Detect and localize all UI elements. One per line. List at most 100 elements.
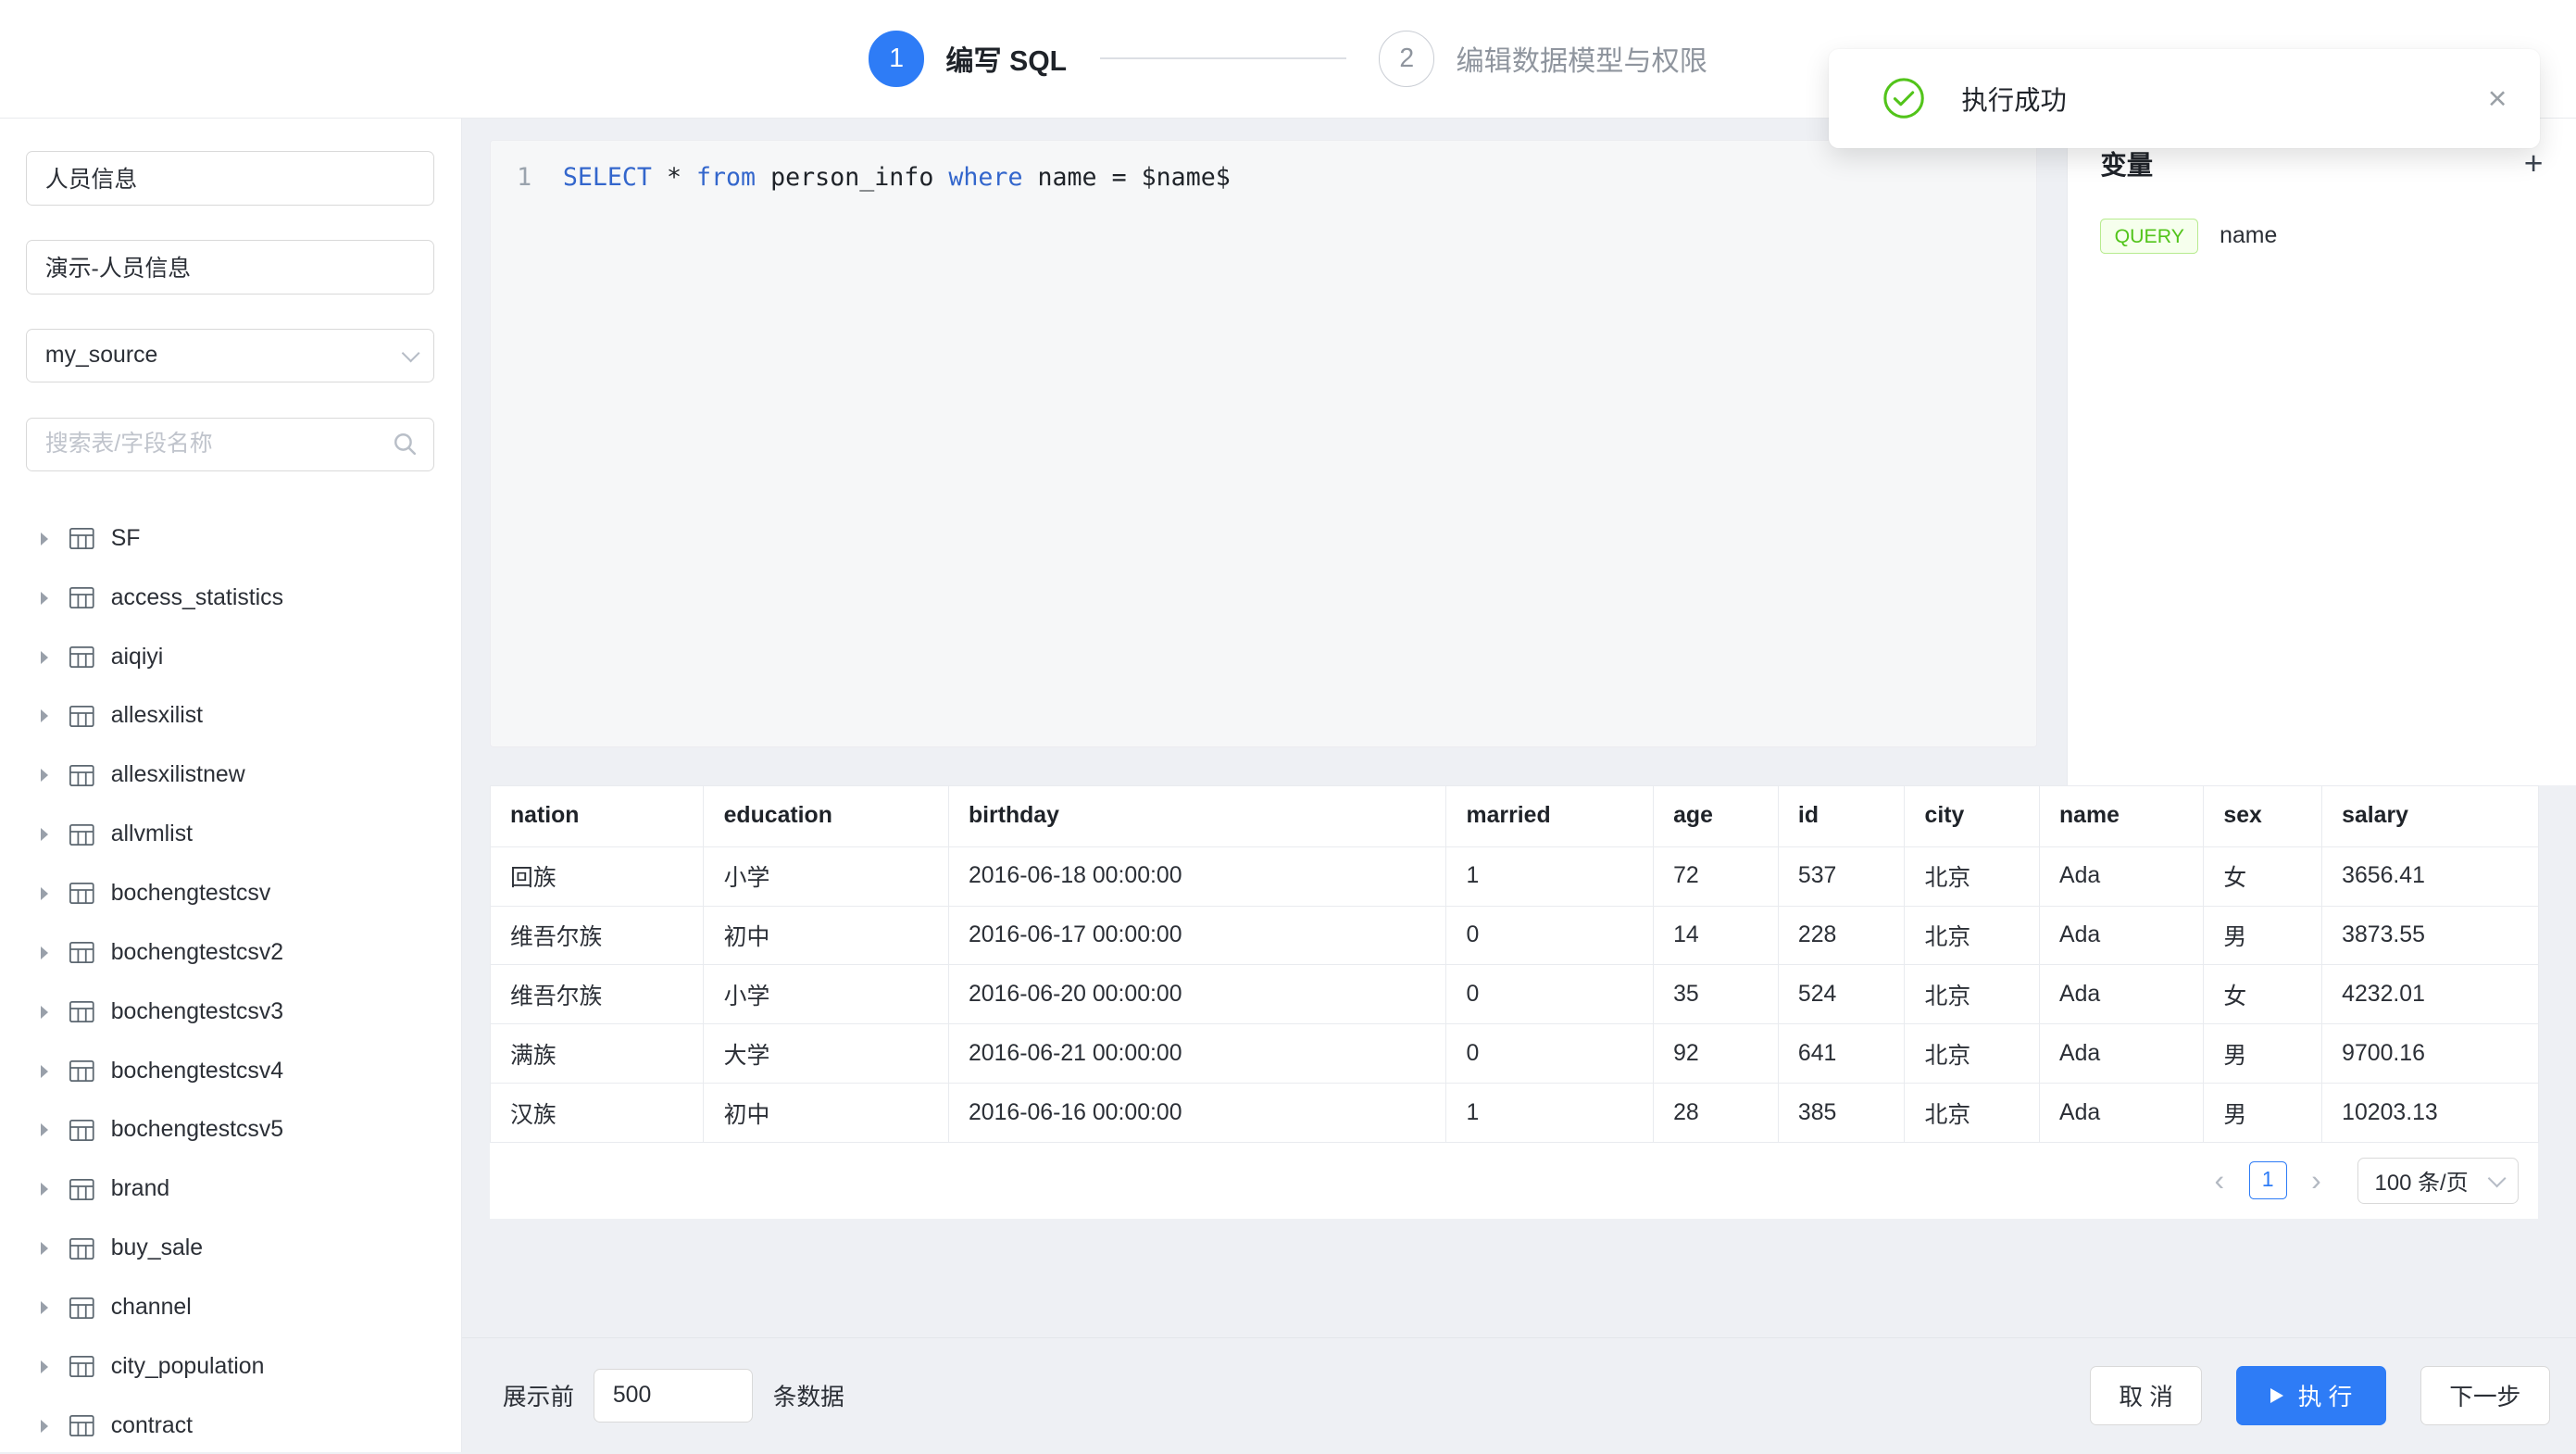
table-cell: 维吾尔族: [490, 906, 704, 965]
variable-type-tag: QUERY: [2100, 219, 2198, 253]
tree-item-table[interactable]: allesxilist: [26, 687, 434, 746]
caret-right-icon[interactable]: [41, 828, 48, 841]
table-icon: [69, 706, 94, 727]
caret-right-icon[interactable]: [41, 1301, 48, 1314]
execute-button[interactable]: 执 行: [2236, 1366, 2385, 1425]
table-name: allesxilistnew: [111, 762, 245, 788]
tree-item-table[interactable]: SF: [26, 509, 434, 569]
caret-right-icon[interactable]: [41, 1360, 48, 1373]
tree-item-table[interactable]: allesxilistnew: [26, 746, 434, 805]
page-size-select[interactable]: 100 条/页: [2357, 1158, 2519, 1204]
table-cell: 北京: [1905, 1084, 2039, 1143]
execute-label: 执 行: [2298, 1378, 2353, 1412]
pagination: ‹ 1 › 100 条/页: [490, 1143, 2538, 1219]
tree-item-table[interactable]: bochengtestcsv3: [26, 983, 434, 1042]
caret-right-icon[interactable]: [41, 1065, 48, 1078]
column-header: sex: [2204, 786, 2322, 847]
tree-item-table[interactable]: aiqiyi: [26, 628, 434, 687]
table-cell: 28: [1653, 1084, 1778, 1143]
line-number: 1: [517, 160, 531, 194]
step-2-circle: 2: [1379, 31, 1434, 86]
pagination-page-1[interactable]: 1: [2249, 1161, 2287, 1199]
tree-item-table[interactable]: bochengtestcsv2: [26, 923, 434, 983]
tree-item-table[interactable]: bochengtestcsv: [26, 864, 434, 923]
add-variable-button[interactable]: +: [2524, 147, 2544, 180]
column-header: name: [2039, 786, 2203, 847]
results-header: nationeducationbirthdaymarriedageidcityn…: [490, 786, 2538, 847]
limit-input[interactable]: [594, 1369, 753, 1423]
sidebar: my_source: [0, 119, 462, 1453]
main-area: 1 SELECT * from person_info where name =…: [462, 119, 2576, 1453]
table-icon: [69, 1001, 94, 1022]
caret-right-icon[interactable]: [41, 1420, 48, 1433]
sql-code: SELECT * from person_info where name = $…: [563, 160, 1231, 194]
sql-editor[interactable]: 1 SELECT * from person_info where name =…: [490, 140, 2037, 747]
next-step-button[interactable]: 下一步: [2420, 1366, 2549, 1425]
table-cell: 汉族: [490, 1084, 704, 1143]
table-cell: 女: [2204, 846, 2322, 906]
tree-item-table[interactable]: buy_sale: [26, 1219, 434, 1278]
dataset-display-name-input[interactable]: [26, 240, 434, 295]
pagination-next-icon[interactable]: ›: [2302, 1166, 2332, 1196]
table-name: bochengtestcsv2: [111, 940, 283, 966]
caret-right-icon[interactable]: [41, 592, 48, 605]
table-row: 回族小学2016-06-18 00:00:00172537北京Ada女3656.…: [490, 846, 2538, 906]
table-cell: 2016-06-20 00:00:00: [948, 965, 1446, 1024]
tree-item-table[interactable]: bochengtestcsv5: [26, 1101, 434, 1160]
table-cell: 92: [1653, 1024, 1778, 1084]
tree-item-table[interactable]: bochengtestcsv4: [26, 1042, 434, 1101]
table-name: aiqiyi: [111, 645, 164, 671]
table-name: buy_sale: [111, 1235, 203, 1261]
tree-item-table[interactable]: city_population: [26, 1337, 434, 1397]
column-header: nation: [490, 786, 704, 847]
step-2-edit-model[interactable]: 2 编辑数据模型与权限: [1379, 31, 1707, 86]
table-cell: 14: [1653, 906, 1778, 965]
caret-right-icon[interactable]: [41, 1242, 48, 1255]
tree-item-table[interactable]: contract: [26, 1397, 434, 1453]
close-icon[interactable]: ×: [2488, 82, 2507, 115]
table-cell: Ada: [2039, 965, 2203, 1024]
table-row: 汉族初中2016-06-16 00:00:00128385北京Ada男10203…: [490, 1084, 2538, 1143]
tree-item-table[interactable]: access_statistics: [26, 569, 434, 628]
table-name: allesxilist: [111, 703, 203, 729]
tree-item-table[interactable]: brand: [26, 1159, 434, 1219]
table-cell: Ada: [2039, 1084, 2203, 1143]
column-header: education: [704, 786, 948, 847]
caret-right-icon[interactable]: [41, 1183, 48, 1196]
step-indicator: 1 编写 SQL 2 编辑数据模型与权限: [869, 31, 1707, 86]
caret-right-icon[interactable]: [41, 651, 48, 664]
table-cell: 北京: [1905, 846, 2039, 906]
caret-right-icon[interactable]: [41, 769, 48, 782]
caret-right-icon[interactable]: [41, 533, 48, 545]
table-icon: [69, 1060, 94, 1082]
tree-item-table[interactable]: allvmlist: [26, 805, 434, 864]
chevron-down-icon: [402, 345, 420, 363]
chevron-down-icon: [2487, 1169, 2506, 1187]
caret-right-icon[interactable]: [41, 1123, 48, 1136]
table-icon: [69, 1238, 94, 1260]
caret-right-icon[interactable]: [41, 887, 48, 900]
table-icon: [69, 765, 94, 786]
dataset-name-input[interactable]: [26, 151, 434, 206]
step-1-write-sql: 1 编写 SQL: [869, 31, 1067, 86]
table-name: channel: [111, 1295, 192, 1321]
cancel-button[interactable]: 取 消: [2090, 1366, 2202, 1425]
table-search-input[interactable]: [26, 418, 434, 472]
table-name: bochengtestcsv3: [111, 999, 283, 1025]
step-1-circle: 1: [869, 31, 924, 86]
pagination-prev-icon[interactable]: ‹: [2205, 1166, 2234, 1196]
footer-actions: 取 消 执 行 下一步: [2090, 1366, 2549, 1425]
table-cell: 北京: [1905, 906, 2039, 965]
table-cell: 3656.41: [2321, 846, 2538, 906]
caret-right-icon[interactable]: [41, 1006, 48, 1019]
table-cell: 小学: [704, 846, 948, 906]
column-header: birthday: [948, 786, 1446, 847]
table-name: allvmlist: [111, 821, 193, 847]
datasource-select[interactable]: my_source: [26, 329, 434, 383]
caret-right-icon[interactable]: [41, 946, 48, 959]
table-cell: 0: [1446, 906, 1654, 965]
tree-item-table[interactable]: channel: [26, 1278, 434, 1337]
table-tree: SF access_statistics: [26, 509, 434, 1452]
table-cell: 大学: [704, 1024, 948, 1084]
caret-right-icon[interactable]: [41, 709, 48, 722]
